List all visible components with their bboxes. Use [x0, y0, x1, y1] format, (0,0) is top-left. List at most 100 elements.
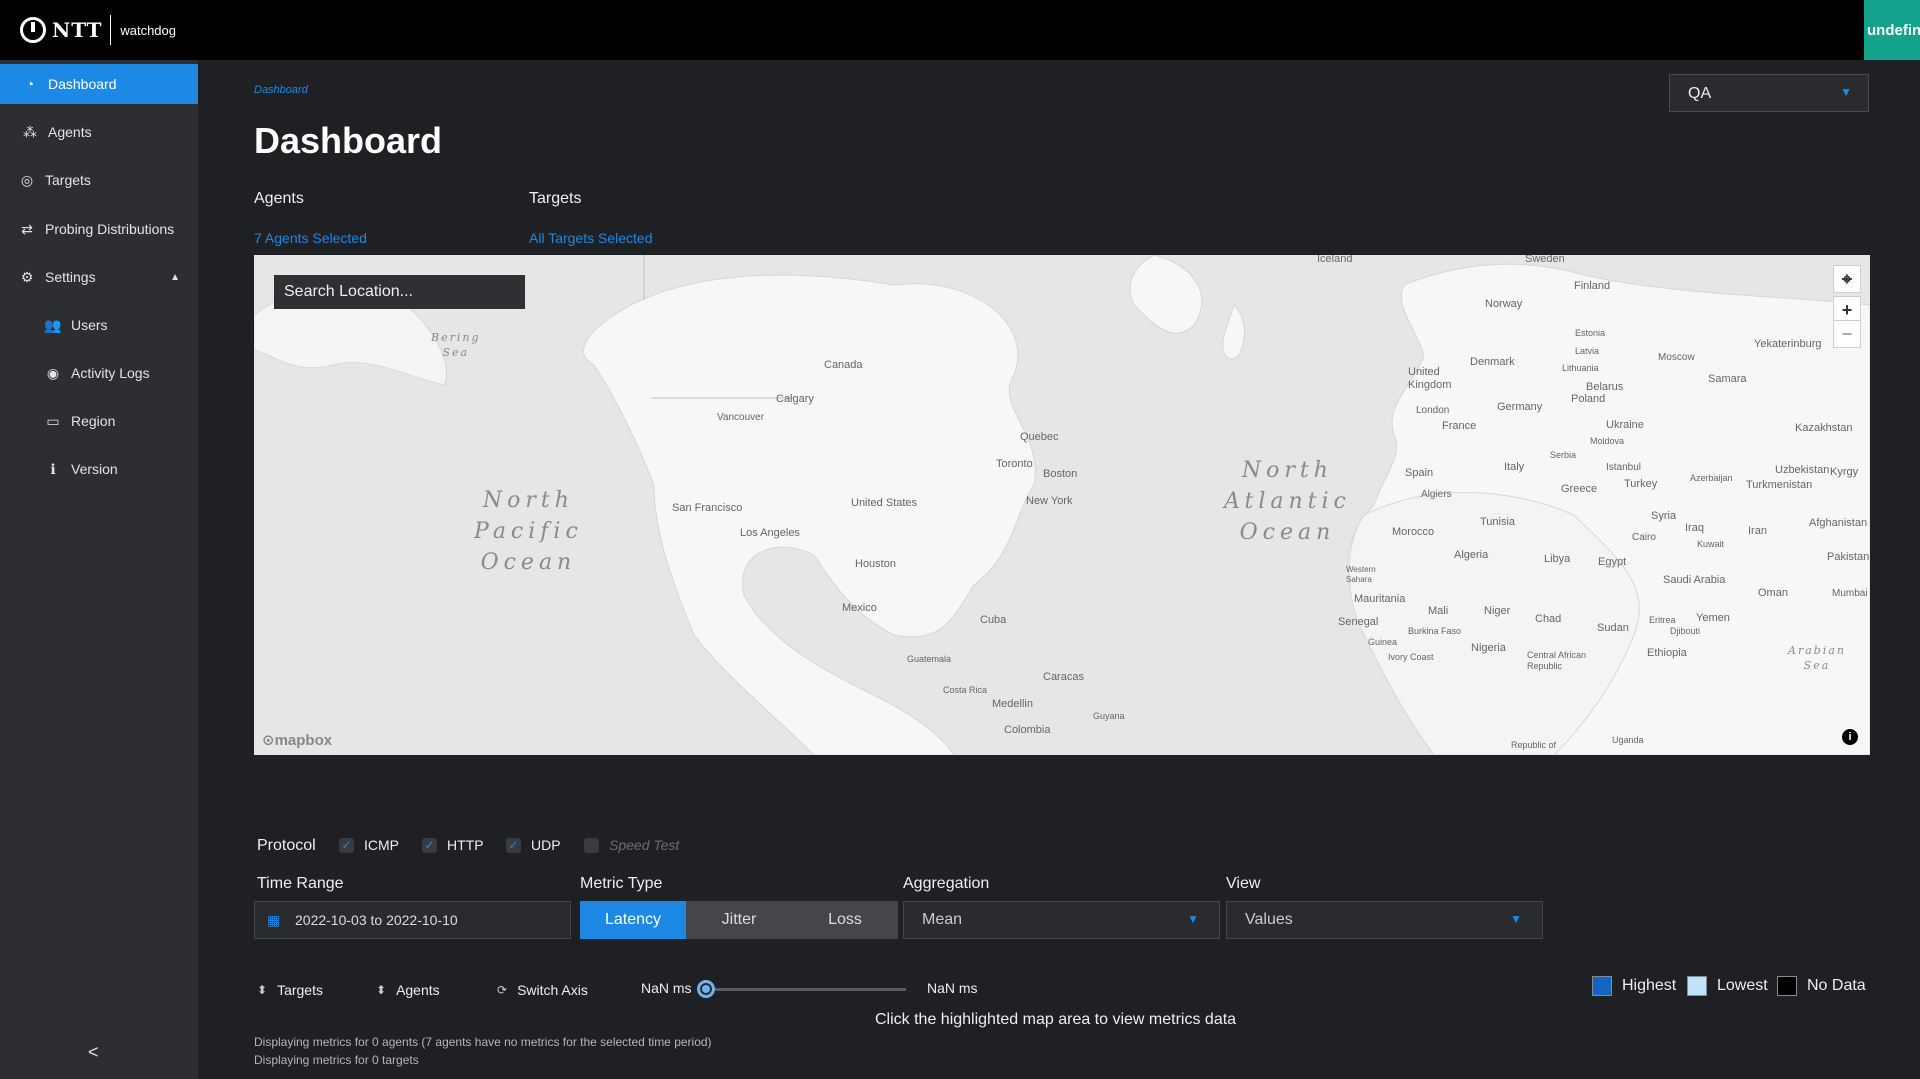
- sidebar-item-probing-distributions[interactable]: ⇄ Probing Distributions: [0, 209, 198, 249]
- map-place-label: Cuba: [980, 614, 1007, 626]
- metric-latency-button[interactable]: Latency: [580, 901, 686, 939]
- protocol-label: Protocol: [257, 837, 316, 854]
- check-icon: ✓: [422, 837, 437, 853]
- map-place-label: Egypt: [1598, 556, 1627, 568]
- mapbox-attribution[interactable]: ⊙mapbox: [262, 731, 332, 749]
- sidebar-item-activity-logs[interactable]: ◉ Activity Logs: [0, 353, 198, 393]
- protocol-checkbox-speed-test[interactable]: Speed Test: [584, 837, 679, 853]
- checkbox-empty: [584, 837, 599, 853]
- brand-name: NTT: [52, 18, 103, 42]
- sidebar-item-label: Dashboard: [48, 76, 117, 92]
- legend-no-data: No Data: [1777, 976, 1866, 996]
- time-range-picker[interactable]: ▦ 2022-10-03 to 2022-10-10: [254, 901, 571, 939]
- map-place-label: Costa Rica: [943, 685, 988, 695]
- collapse-sidebar-button[interactable]: <: [88, 1042, 99, 1063]
- map-place-label: Afghanistan: [1809, 517, 1868, 529]
- map-place-label: Greece: [1561, 483, 1598, 495]
- sidebar-item-label: Probing Distributions: [45, 221, 175, 237]
- breadcrumb[interactable]: Dashboard: [254, 84, 308, 96]
- map-place-label: Algiers: [1421, 489, 1452, 500]
- legend-swatch: [1687, 976, 1707, 996]
- sidebar-item-label: Targets: [45, 172, 91, 188]
- slider-max-value: NaN ms: [927, 980, 978, 996]
- agents-filter-link[interactable]: 7 Agents Selected: [254, 230, 367, 246]
- power-icon: [20, 17, 46, 43]
- top-bar: NTT watchdog undefined: [0, 0, 1920, 60]
- map-place-label: Kuwait: [1697, 539, 1725, 549]
- map-hint-text: Click the highlighted map area to view m…: [875, 1011, 1237, 1028]
- map-place-label: Iran: [1748, 525, 1767, 537]
- sidebar-item-dashboard[interactable]: ◔ Dashboard: [0, 64, 198, 104]
- view-label: View: [1226, 875, 1261, 892]
- page-title: Dashboard: [254, 120, 443, 161]
- range-slider-handle[interactable]: [697, 980, 715, 998]
- targets-filter-link[interactable]: All Targets Selected: [529, 230, 652, 246]
- map-place-label: Estonia: [1575, 328, 1606, 338]
- sidebar-item-agents[interactable]: ⁂ Agents: [0, 112, 198, 152]
- map-place-label: Pakistan: [1827, 551, 1870, 563]
- map-place-label: Caracas: [1043, 671, 1084, 683]
- map-place-label: Saudi Arabia: [1663, 574, 1726, 586]
- sidebar-item-users[interactable]: 👥 Users: [0, 305, 198, 345]
- sidebar-item-targets[interactable]: ◎ Targets: [0, 160, 198, 200]
- agents-status-text: Displaying metrics for 0 agents (7 agent…: [254, 1035, 712, 1049]
- view-select[interactable]: Values ▼: [1226, 901, 1543, 939]
- map-place-label: Kazakhstan: [1795, 422, 1853, 434]
- ocean-label: North Atlantic Ocean: [1224, 458, 1351, 545]
- map-place-label: Colombia: [1004, 724, 1051, 736]
- map-place-label: Algeria: [1454, 549, 1489, 561]
- protocol-checkbox-udp[interactable]: ✓ UDP: [506, 837, 561, 853]
- sidebar-item-region[interactable]: ▭ Region: [0, 401, 198, 441]
- map-place-label: Istanbul: [1606, 462, 1642, 473]
- world-map[interactable]: Search Location... ⌖ + − North Pacific O…: [254, 255, 1870, 755]
- map-place-label: Toronto: [996, 458, 1033, 470]
- zoom-out-button[interactable]: −: [1833, 320, 1861, 348]
- map-place-label: Libya: [1544, 553, 1571, 565]
- sidebar-item-version[interactable]: ℹ Version: [0, 449, 198, 489]
- calendar-icon: ▦: [267, 912, 281, 928]
- chevron-down-icon: ▼: [1510, 912, 1522, 926]
- app-name: watchdog: [120, 22, 176, 38]
- sort-agents-button[interactable]: ⬍ Agents: [376, 982, 440, 998]
- metric-loss-button[interactable]: Loss: [792, 901, 898, 939]
- map-place-label: Ukraine: [1606, 419, 1644, 431]
- ntt-logo[interactable]: NTT watchdog: [20, 15, 176, 45]
- sort-icon: ⬍: [257, 983, 268, 997]
- metric-jitter-button[interactable]: Jitter: [686, 901, 792, 939]
- map-place-label: Morocco: [1392, 526, 1435, 538]
- map-place-label: Medellin: [992, 698, 1033, 710]
- aggregation-select[interactable]: Mean ▼: [903, 901, 1220, 939]
- map-place-label: Boston: [1043, 468, 1078, 480]
- switch-axis-button[interactable]: ⟳ Switch Axis: [497, 982, 588, 998]
- map-place-label: San Francisco: [672, 502, 743, 514]
- environment-value: QA: [1688, 85, 1712, 102]
- map-place-label: Norway: [1485, 298, 1523, 310]
- protocol-checkbox-http[interactable]: ✓ HTTP: [422, 837, 484, 853]
- map-place-label: Sweden: [1525, 255, 1565, 265]
- map-place-label: Central African Republic: [1527, 650, 1587, 671]
- users-icon: 👥: [44, 316, 62, 333]
- user-menu-button[interactable]: undefined: [1864, 0, 1920, 60]
- chevron-down-icon: ▼: [1187, 912, 1199, 926]
- map-place-label: Mumbai: [1832, 588, 1868, 599]
- environment-select[interactable]: QA ▼: [1669, 74, 1869, 112]
- time-range-label: Time Range: [257, 875, 344, 892]
- sidebar-item-settings[interactable]: ⚙ Settings ▲: [0, 257, 198, 297]
- sidebar-item-label: Users: [71, 317, 108, 333]
- sidebar-item-label: Activity Logs: [71, 365, 150, 381]
- map-place-label: Poland: [1571, 393, 1606, 405]
- range-slider-track[interactable]: [706, 988, 906, 991]
- map-place-label: Mauritania: [1354, 593, 1406, 605]
- map-search-input[interactable]: Search Location...: [274, 275, 525, 309]
- geolocate-icon[interactable]: ⌖: [1833, 265, 1861, 293]
- map-place-label: Sudan: [1597, 622, 1629, 634]
- sort-targets-button[interactable]: ⬍ Targets: [257, 982, 323, 998]
- map-place-label: Yekaterinburg: [1754, 338, 1822, 350]
- map-place-label: Vancouver: [717, 412, 765, 423]
- aggregation-label: Aggregation: [903, 875, 990, 892]
- info-icon[interactable]: i: [1842, 729, 1858, 745]
- slider-min-value: NaN ms: [641, 980, 692, 996]
- map-place-label: United Kingdom: [1408, 366, 1452, 391]
- protocol-checkbox-icmp[interactable]: ✓ ICMP: [339, 837, 399, 853]
- ocean-label: North Pacific Ocean: [474, 488, 583, 575]
